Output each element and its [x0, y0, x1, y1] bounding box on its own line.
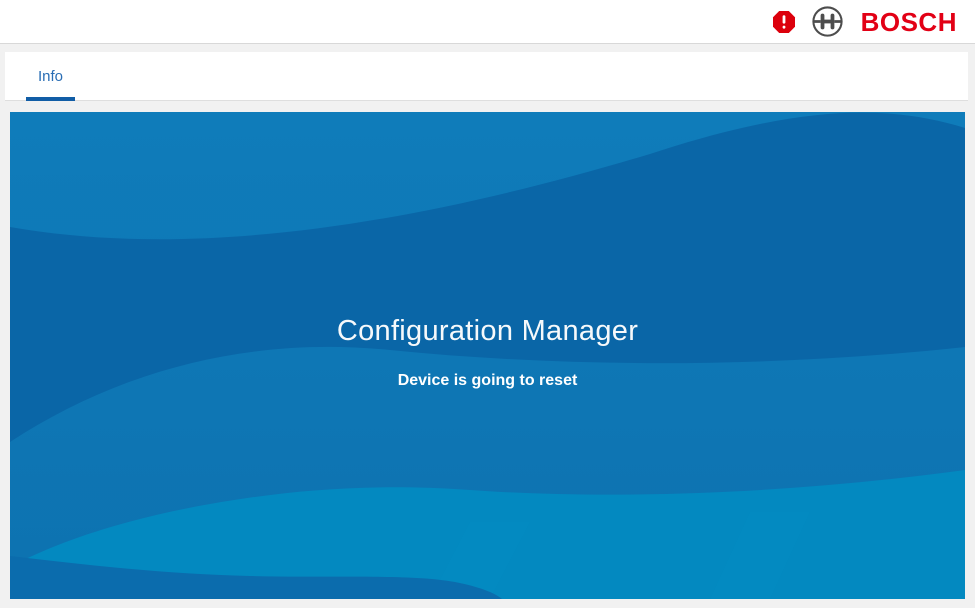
brand-wordmark: BOSCH — [861, 9, 957, 35]
info-banner: Configuration Manager Device is going to… — [10, 112, 965, 599]
tab-info[interactable]: Info — [26, 52, 75, 100]
top-bar: BOSCH — [0, 0, 975, 44]
tab-bar: Info — [5, 52, 968, 101]
banner-caption: Configuration Manager Device is going to… — [10, 315, 965, 390]
bosch-anchor-logo-icon — [811, 5, 844, 38]
banner-title: Configuration Manager — [10, 315, 965, 348]
banner-status-message: Device is going to reset — [10, 372, 965, 390]
alert-error-icon[interactable] — [772, 10, 796, 34]
